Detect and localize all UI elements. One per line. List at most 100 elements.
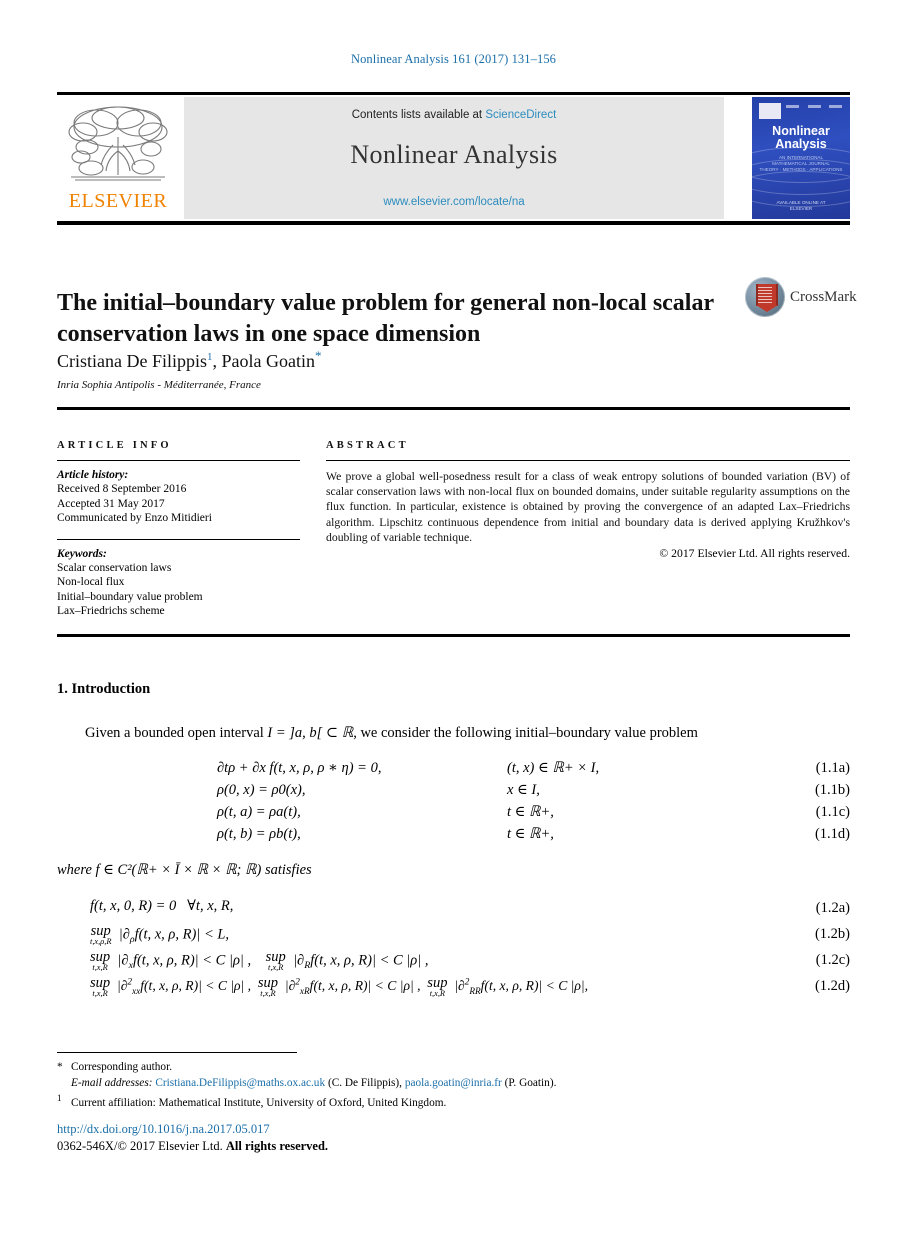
journal-homepage-link[interactable]: www.elsevier.com/locate/na (184, 196, 724, 208)
equation-group-1-1: ∂tρ + ∂x f(t, x, ρ, ρ ∗ η) = 0, (t, x) ∈… (57, 757, 850, 845)
equation-row: ∂tρ + ∂x f(t, x, ρ, ρ ∗ η) = 0, (t, x) ∈… (57, 757, 850, 779)
footnote-rule (57, 1052, 297, 1053)
email-owner-filippis: (C. De Filippis), (327, 1076, 402, 1089)
equation-lhs: ρ(0, x) = ρ0(x), (217, 782, 306, 798)
article-info-column: ARTICLE INFO Article history: Received 8… (57, 440, 300, 619)
author-1: Cristiana De Filippis (57, 351, 207, 371)
cover-title: Nonlinear Analysis (752, 125, 850, 151)
equation-1-2c-body: sup t,x,R |∂xf(t, x, ρ, R)| < C |ρ| , sup… (90, 949, 429, 972)
author-2-footnote-mark[interactable]: * (315, 348, 322, 363)
doi-link[interactable]: http://dx.doi.org/10.1016/j.na.2017.05.0… (57, 1122, 270, 1137)
sciencedirect-link[interactable]: ScienceDirect (485, 109, 556, 121)
abstract-column: ABSTRACT We prove a global well-posednes… (326, 440, 850, 560)
cover-title-line1: Nonlinear (772, 124, 830, 138)
sup-operator: sup t,x,R (90, 975, 111, 998)
equation-1-2a-body: f(t, x, 0, R) = 0 ∀t, x, R, (90, 898, 234, 914)
elsevier-wordmark: ELSEVIER (68, 190, 168, 212)
equation-row: f(t, x, 0, R) = 0 ∀t, x, R, (1.2a) (90, 898, 850, 924)
article-info-divider (57, 460, 300, 461)
equation-row: sup t,x,R |∂xf(t, x, ρ, R)| < C |ρ| , sup… (90, 950, 850, 976)
footnote-number-mark: 1 (57, 1093, 62, 1103)
equation-row: ρ(0, x) = ρ0(x), x ∈ I, (1.1b) (57, 779, 850, 801)
cover-title-line2: Analysis (775, 137, 827, 151)
abstract-divider (326, 460, 850, 461)
email-link-goatin[interactable]: paola.goatin@inria.fr (405, 1077, 502, 1089)
equation-tag: (1.1d) (814, 826, 850, 842)
footnote-asterisk-mark: * (57, 1061, 63, 1073)
author-affiliation: Inria Sophia Antipolis - Méditerranée, F… (57, 379, 261, 391)
banner-bottom-rule (57, 221, 850, 225)
keywords-label: Keywords: (57, 547, 107, 560)
footnote-affiliation-text: Current affiliation: Mathematical Instit… (71, 1096, 447, 1109)
abstract-text: We prove a global well-posedness result … (326, 470, 850, 544)
journal-title: Nonlinear Analysis (350, 140, 558, 169)
footnote-emails: E-mail addresses: Cristiana.DeFilippis@m… (57, 1076, 850, 1092)
issn-rights: All rights reserved. (225, 1139, 329, 1153)
equation-tag: (1.2b) (814, 926, 850, 942)
crossmark-icon (745, 277, 785, 317)
author-list: Cristiana De Filippis1, Paola Goatin* (57, 348, 757, 372)
page-title: The initial–boundary value problem for g… (57, 290, 714, 348)
article-info-heading: ARTICLE INFO (57, 440, 172, 451)
equation-tag: (1.2a) (815, 900, 850, 916)
equation-tag: (1.1a) (815, 760, 850, 776)
running-head: Nonlinear Analysis 161 (2017) 131–156 (350, 52, 557, 66)
equation-lhs: ρ(t, a) = ρa(t), (217, 804, 301, 820)
sup-operator: sup t,x,R (265, 949, 286, 972)
intro-prefix: Given a bounded open interval (85, 725, 268, 741)
cover-footer: AVAILABLE ONLINE AT ELSEVIER (752, 200, 850, 212)
sup-operator: sup t,x,R (257, 975, 279, 998)
elsevier-logo: ELSEVIER (57, 97, 179, 219)
article-history-accepted: Accepted 31 May 2017 (57, 497, 165, 510)
article-history-label: Article history: (57, 469, 129, 481)
equation-condition: x ∈ I, (507, 782, 540, 798)
author-2: , Paola Goatin (212, 351, 315, 371)
intro-paragraph: Given a bounded open interval I = ]a, b[… (57, 723, 850, 743)
intro-math: I = ]a, b[ ⊂ ℝ (267, 725, 354, 741)
section-heading-introduction: 1. Introduction (57, 681, 151, 697)
equation-tag: (1.1b) (814, 782, 850, 798)
equation-group-1-2: f(t, x, 0, R) = 0 ∀t, x, R, (1.2a) sup t,… (90, 898, 850, 1002)
crossmark-label: CrossMark (790, 289, 857, 305)
footnote-block: * Corresponding author. E-mail addresses:… (57, 1060, 850, 1111)
equation-tag: (1.1c) (815, 804, 850, 820)
footnote-corresponding-author: * Corresponding author. (57, 1060, 850, 1076)
abstract-bottom-rule (57, 634, 850, 637)
cover-subtitle-line2: MATHEMATICAL JOURNAL (772, 161, 830, 166)
equation-row: sup t,x,ρ,R |∂ρf(t, x, ρ, R)| < L, (1.2b) (90, 924, 850, 950)
equation-tag: (1.2c) (815, 952, 850, 968)
keywords-divider (57, 538, 300, 540)
journal-banner: ELSEVIER Contents lists available at Sci… (57, 97, 850, 219)
banner-top-rule (57, 92, 850, 95)
keyword-item: Lax–Friedrichs scheme (57, 605, 165, 617)
footnote-current-affiliation: 1 Current affiliation: Mathematical Insti… (57, 1091, 850, 1111)
equation-row: sup t,x,R |∂2xxf(t, x, ρ, R)| < C |ρ| , s… (90, 976, 850, 1002)
equation-row: ρ(t, b) = ρb(t), t ∈ ℝ+, (1.1d) (57, 823, 850, 845)
equation-tag: (1.2d) (814, 978, 850, 994)
elsevier-tree-icon (68, 106, 168, 181)
issn-prefix: 0362-546X/© 2017 Elsevier Ltd. (57, 1139, 226, 1153)
article-history-communicated: Communicated by Enzo Mitidieri (57, 512, 212, 524)
journal-cover-image: Nonlinear Analysis AN INTERNATIONAL MATH… (752, 97, 850, 219)
sup-operator: sup t,x,R (90, 949, 111, 972)
contents-available-line: Contents lists available at ScienceDirec… (184, 109, 724, 121)
email-label: E-mail addresses: (71, 1076, 153, 1089)
sup-operator: sup t,x,R (427, 975, 448, 998)
where-condition-line: where f ∈ C²(ℝ+ × Ī × ℝ × ℝ; ℝ) satisfie… (57, 862, 312, 878)
equation-1-2d-body: sup t,x,R |∂2xxf(t, x, ρ, R)| < C |ρ| , s… (90, 975, 589, 998)
abstract-heading: ABSTRACT (326, 440, 409, 451)
equation-condition: t ∈ ℝ+, (507, 826, 554, 842)
intro-suffix: , we consider the following initial–boun… (353, 725, 698, 741)
crossmark-badge[interactable]: CrossMark (745, 277, 857, 319)
equation-lhs: ρ(t, b) = ρb(t), (217, 826, 301, 842)
cover-top-bars (786, 105, 842, 108)
contents-prefix: Contents lists available at (351, 109, 486, 121)
keyword-item: Scalar conservation laws (57, 561, 172, 574)
issn-copyright-line: 0362-546X/© 2017 Elsevier Ltd. All right… (57, 1139, 328, 1154)
equation-lhs: ∂tρ + ∂x f(t, x, ρ, ρ ∗ η) = 0, (217, 760, 382, 776)
equation-row: ρ(t, a) = ρa(t), t ∈ ℝ+, (1.1c) (57, 801, 850, 823)
equation-1-2b-body: sup t,x,ρ,R |∂ρf(t, x, ρ, R)| < L, (90, 923, 230, 946)
email-link-filippis[interactable]: Cristiana.DeFilippis@maths.ox.ac.uk (155, 1077, 325, 1089)
article-page: Nonlinear Analysis 161 (2017) 131–156 EL… (0, 0, 907, 1238)
abstract-copyright: © 2017 Elsevier Ltd. All rights reserved… (659, 547, 850, 561)
